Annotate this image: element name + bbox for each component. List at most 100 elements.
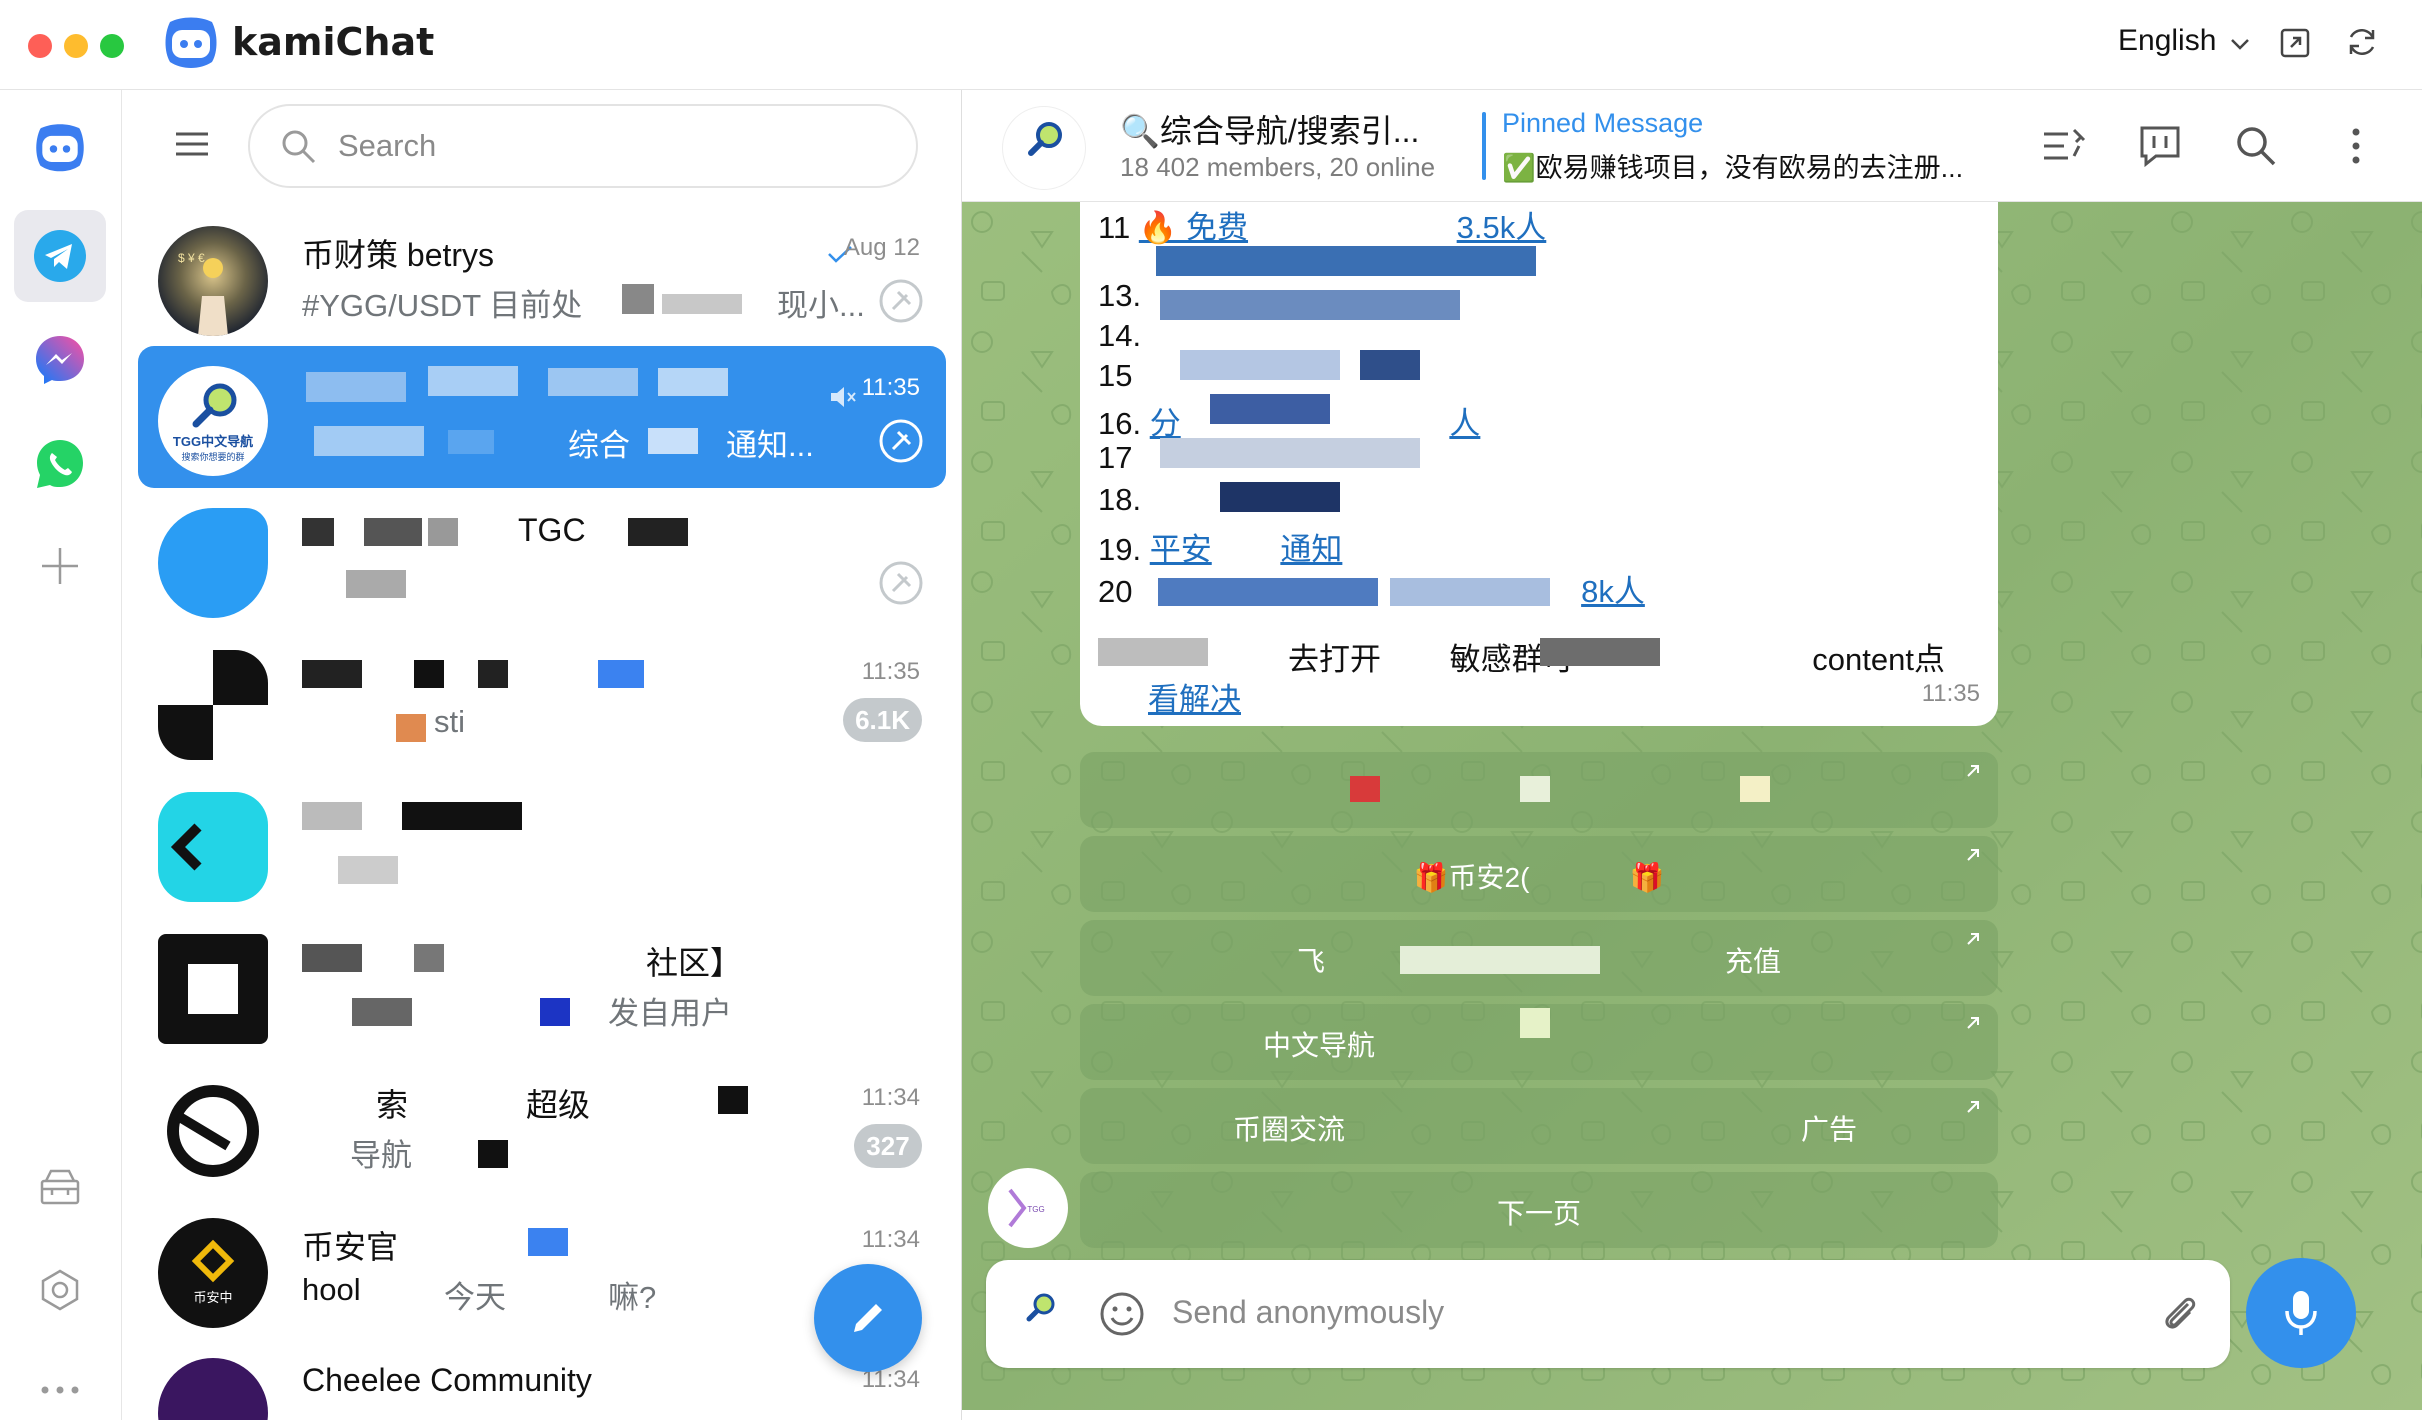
chat-row[interactable]: 社区】 发自用户 [138, 914, 946, 1056]
unread-badge: 327 [854, 1124, 922, 1168]
external-link-icon [1967, 1101, 1979, 1113]
inline-button-label: 中文导航 [1262, 1030, 1375, 1061]
refresh-icon[interactable] [2344, 24, 2380, 60]
search-icon[interactable] [2230, 120, 2282, 172]
svg-text:币安中: 币安中 [193, 1290, 232, 1305]
kamichat-icon [36, 124, 84, 172]
sender-avatar[interactable]: TGG [988, 1168, 1068, 1248]
inline-keyboard-button[interactable] [1080, 752, 1998, 828]
list-item: 13. [1098, 278, 1142, 313]
chat-row[interactable]: sti 11:35 6.1K [138, 630, 946, 772]
list-item: 14. [1098, 318, 1142, 353]
maximize-window-button[interactable] [100, 34, 124, 58]
rail-telegram[interactable] [14, 210, 106, 302]
pin-icon [879, 279, 923, 323]
rail-more[interactable] [14, 1344, 106, 1420]
avatar: TGG中文导航 搜索你想要的群 [158, 366, 268, 476]
message-composer[interactable]: Send anonymously [986, 1260, 2230, 1368]
pinned-message-label[interactable]: Pinned Message [1502, 108, 1703, 139]
message-input[interactable]: Send anonymously [1172, 1294, 1444, 1331]
emoji-icon[interactable] [1098, 1290, 1146, 1338]
search-input[interactable]: Search [248, 104, 918, 188]
chat-row[interactable]: TGC [138, 488, 946, 630]
rail-add[interactable] [14, 520, 106, 612]
chat-title-fragment: 索 [376, 1087, 409, 1123]
chat-row[interactable]: 索 超级 导航 11:34 327 [138, 1056, 946, 1198]
whatsapp-icon [37, 440, 83, 488]
rail-kamichat[interactable] [14, 102, 106, 194]
rail-whatsapp[interactable] [14, 418, 106, 510]
chat-preview-fragment: sti [434, 704, 465, 739]
send-as-avatar[interactable] [1010, 1284, 1070, 1344]
chevron-down-icon[interactable] [2226, 30, 2254, 58]
group-members: 18 402 members, 20 online [1120, 152, 1436, 182]
external-link-icon [1967, 765, 1979, 777]
compose-button[interactable] [814, 1264, 922, 1372]
inline-keyboard-button[interactable]: 🎁币安2(🎁 [1080, 836, 1998, 912]
group-title[interactable]: 🔍综合导航/搜索引... [1120, 106, 1419, 152]
app-rail [0, 90, 122, 1420]
message-footer: 去打开 敏感群可 content点 [1288, 642, 1945, 677]
list-item: 16. 分 人 [1098, 406, 1481, 441]
chat-preview: #YGG/USDT 目前处 现小... [302, 280, 865, 325]
chat-title-fragment: 社区】 [646, 945, 743, 981]
chat-preview-fragment: 发自用户 [608, 996, 732, 1031]
attach-icon[interactable] [2154, 1288, 2204, 1338]
title-bar: kamiChat English [0, 0, 2422, 90]
chat-preview-fragment: 今天 [444, 1280, 506, 1315]
chat-preview-fragment: 通知... [726, 428, 814, 463]
inline-keyboard-button[interactable]: 币圈交流 广告 [1080, 1088, 1998, 1164]
chat-preview-fragment: 导航 [350, 1138, 412, 1173]
search-placeholder: Search [338, 128, 437, 163]
message-bubble[interactable]: 11 🔥 免费 3.5k人 13. 14. 15 16. 分 人 17 18. … [1080, 202, 1998, 726]
pinned-message-text[interactable]: ✅欧易赚钱项目，没有欧易的去注册... [1502, 146, 1963, 185]
external-link-icon [1967, 1017, 1979, 1029]
group-avatar[interactable] [1002, 106, 1086, 190]
voice-record-button[interactable] [2246, 1258, 2356, 1368]
open-external-icon[interactable] [2278, 26, 2312, 60]
chat-list-panel: Search $ ¥ € 币财策 betrys #YGG/USDT 目前处 现小.… [122, 90, 962, 1420]
chat-title: 币财策 betrys [302, 237, 495, 273]
muted-icon [831, 387, 856, 407]
close-window-button[interactable] [28, 34, 52, 58]
inline-keyboard-button[interactable]: 下一页 [1080, 1172, 1998, 1248]
avatar [158, 1358, 268, 1420]
chat-messages-area[interactable]: 11 🔥 免费 3.5k人 13. 14. 15 16. 分 人 17 18. … [962, 202, 2422, 1410]
chat-time: 11:34 [861, 1084, 920, 1111]
minimize-window-button[interactable] [64, 34, 88, 58]
chat-row-tgg-nav[interactable]: TGG中文导航 搜索你想要的群 11:35 综合 通知... [138, 346, 946, 488]
inline-button-label: 广告 [1800, 1114, 1857, 1145]
hamburger-menu-icon[interactable] [170, 122, 214, 166]
more-vertical-icon[interactable] [2330, 120, 2382, 172]
avatar: $ ¥ € [158, 226, 268, 336]
pin-icon [879, 419, 923, 463]
language-selector[interactable]: English [2118, 24, 2216, 58]
pinned-indicator [1482, 112, 1486, 180]
chat-title-fragment: 超级 [526, 1087, 591, 1123]
unpin-list-icon[interactable] [2038, 120, 2090, 172]
external-link-icon [1967, 933, 1979, 945]
toolbox-icon [40, 1169, 80, 1205]
avatar [158, 508, 268, 618]
pin-icon [879, 561, 923, 605]
inline-keyboard-button[interactable]: 飞充值 [1080, 920, 1998, 996]
chat-row-betrys[interactable]: $ ¥ € 币财策 betrys #YGG/USDT 目前处 现小... Aug … [138, 206, 946, 348]
kamichat-logo-icon [165, 17, 217, 68]
chat-preview-fragment: 嘛? [608, 1280, 657, 1315]
list-item: 19. 平安 通知 [1098, 532, 1343, 567]
message-time: 11:35 [1921, 680, 1980, 707]
pencil-icon [854, 1304, 882, 1332]
rail-settings[interactable] [14, 1244, 106, 1336]
avatar [158, 1076, 268, 1186]
app-title: kamiChat [232, 20, 435, 64]
rail-toolbox[interactable] [14, 1140, 106, 1232]
inline-keyboard-button[interactable]: 中文导航 [1080, 1004, 1998, 1080]
add-icon [42, 548, 78, 584]
svg-text:TGG: TGG [1027, 1205, 1044, 1214]
chat-row[interactable] [138, 772, 946, 914]
avatar [158, 934, 268, 1044]
svg-text:$ ¥ €: $ ¥ € [178, 251, 205, 265]
rail-messenger[interactable] [14, 314, 106, 406]
channel-comments-icon[interactable] [2134, 120, 2186, 172]
chat-time: 11:35 [861, 374, 920, 401]
